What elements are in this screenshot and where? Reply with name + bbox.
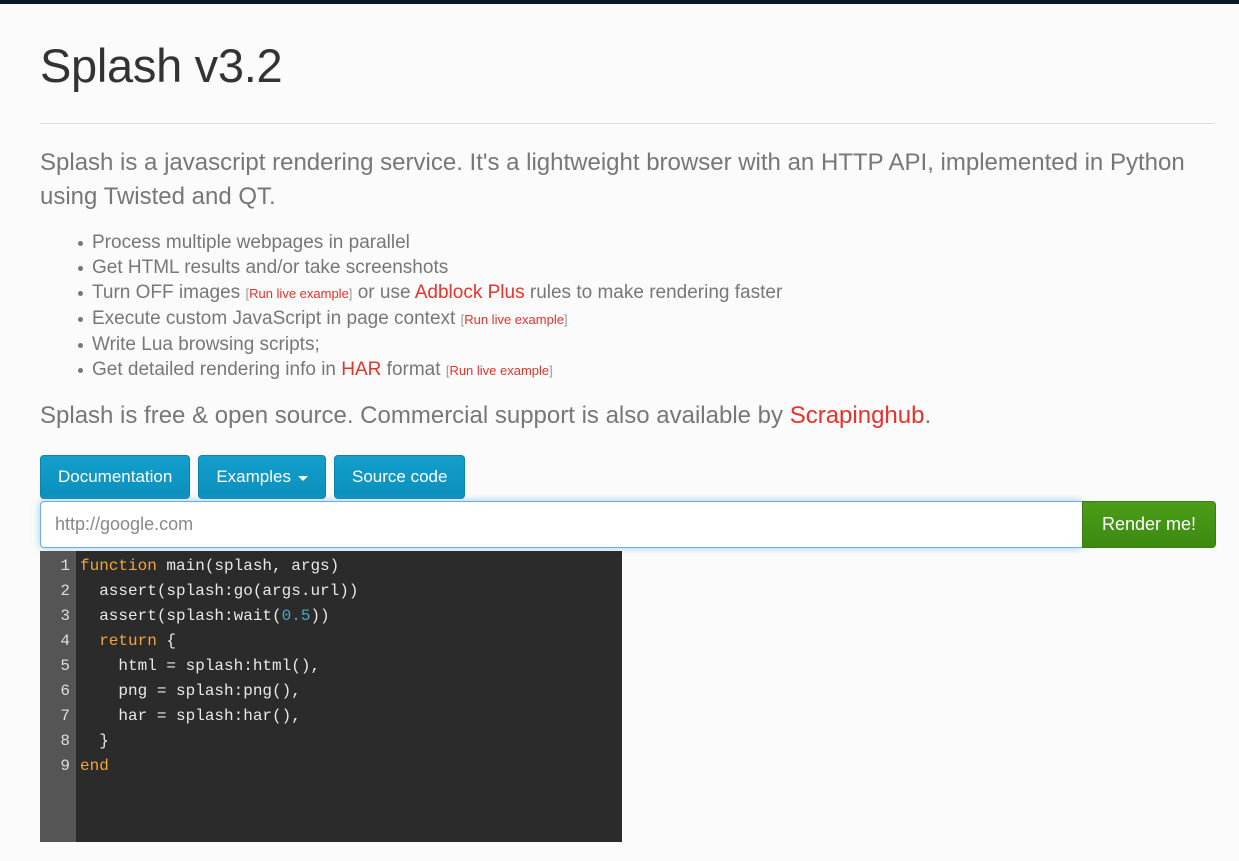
secondary-paragraph: Splash is free & open source. Commercial… <box>40 399 1215 433</box>
run-live-example-note: [Run live example] <box>245 286 352 301</box>
line-number: 7 <box>40 704 76 729</box>
feature-text-prefix: Get detailed rendering info in <box>92 359 341 380</box>
list-item: Get detailed rendering info in HAR forma… <box>78 357 1215 383</box>
run-live-example-link[interactable]: Run live example <box>249 286 349 301</box>
page-root: Splash v3.2 Splash is a javascript rende… <box>0 4 1239 861</box>
documentation-button[interactable]: Documentation <box>40 455 190 499</box>
list-item: Write Lua browsing scripts; <box>78 332 1215 357</box>
code-text: assert(splash:go(args.url)) <box>80 582 358 600</box>
url-input[interactable] <box>40 501 1082 548</box>
line-number: 8 <box>40 729 76 754</box>
feature-text-middle: format <box>381 359 445 380</box>
scrapinghub-link[interactable]: Scrapinghub <box>790 402 925 429</box>
editor-code-area[interactable]: function main(splash, args) assert(splas… <box>76 551 622 842</box>
run-live-example-link[interactable]: Run live example <box>464 312 564 327</box>
line-number: 2 <box>40 579 76 604</box>
line-number: 1 <box>40 554 76 579</box>
feature-text-suffix: rules to make rendering faster <box>525 282 783 303</box>
secondary-suffix: . <box>924 402 931 429</box>
code-keyword: end <box>80 757 109 775</box>
feature-text-prefix: Turn OFF images <box>92 282 245 303</box>
source-code-button-label: Source code <box>352 467 447 486</box>
feature-text: Process multiple webpages in parallel <box>92 232 410 253</box>
run-live-example-note: [Run live example] <box>446 363 553 378</box>
feature-text-prefix: Execute custom JavaScript in page contex… <box>92 308 461 329</box>
code-line: assert(splash:wait(0.5)) <box>80 604 622 629</box>
code-line: png = splash:png(), <box>80 679 622 704</box>
code-line: } <box>80 729 622 754</box>
code-line: har = splash:har(), <box>80 704 622 729</box>
list-item: Process multiple webpages in parallel <box>78 230 1215 255</box>
run-live-example-link[interactable]: Run live example <box>449 363 549 378</box>
code-line: assert(splash:go(args.url)) <box>80 579 622 604</box>
code-text: main(splash, args) <box>157 557 339 575</box>
feature-text: Write Lua browsing scripts; <box>92 334 320 355</box>
examples-dropdown-button[interactable]: Examples <box>198 455 326 499</box>
code-keyword: return <box>80 632 157 650</box>
har-link[interactable]: HAR <box>341 359 381 380</box>
code-line: function main(splash, args) <box>80 554 622 579</box>
examples-button-label: Examples <box>216 467 291 486</box>
code-text: png = splash:png(), <box>80 682 301 700</box>
feature-text-middle: or use <box>352 282 414 303</box>
secondary-prefix: Splash is free & open source. Commercial… <box>40 402 790 429</box>
line-number: 4 <box>40 629 76 654</box>
code-line: html = splash:html(), <box>80 654 622 679</box>
code-number: 0.5 <box>282 607 311 625</box>
chevron-down-icon <box>298 476 308 481</box>
code-text: } <box>80 732 109 750</box>
line-number: 5 <box>40 654 76 679</box>
page-title: Splash v3.2 <box>40 4 1215 92</box>
editor-line-number-gutter: 1 2 3 4 5 6 7 8 9 <box>40 551 76 842</box>
code-text-tail: )) <box>310 607 329 625</box>
source-code-button[interactable]: Source code <box>334 455 465 499</box>
feature-text: Get HTML results and/or take screenshots <box>92 257 448 278</box>
list-item: Get HTML results and/or take screenshots <box>78 255 1215 280</box>
line-number: 3 <box>40 604 76 629</box>
documentation-button-label: Documentation <box>58 467 172 486</box>
line-number: 6 <box>40 679 76 704</box>
render-me-button[interactable]: Render me! <box>1082 501 1216 548</box>
button-toolbar: Documentation Examples Source code <box>40 455 1215 499</box>
render-form: Render me! <box>40 501 1216 548</box>
run-live-example-note: [Run live example] <box>461 312 568 327</box>
render-me-button-label: Render me! <box>1102 514 1196 534</box>
adblock-plus-link[interactable]: Adblock Plus <box>415 282 525 303</box>
code-text: har = splash:har(), <box>80 707 301 725</box>
line-number: 9 <box>40 754 76 779</box>
title-divider <box>40 123 1215 124</box>
content-container: Splash v3.2 Splash is a javascript rende… <box>0 4 1239 842</box>
code-text: { <box>157 632 176 650</box>
code-keyword: function <box>80 557 157 575</box>
list-item: Execute custom JavaScript in page contex… <box>78 306 1215 332</box>
list-item: Turn OFF images [Run live example] or us… <box>78 280 1215 306</box>
feature-list: Process multiple webpages in parallel Ge… <box>40 230 1215 383</box>
lead-paragraph: Splash is a javascript rendering service… <box>40 146 1215 214</box>
code-text: assert(splash:wait( <box>80 607 282 625</box>
code-line: end <box>80 754 622 779</box>
lua-script-editor[interactable]: 1 2 3 4 5 6 7 8 9 function main(splash, … <box>40 551 622 842</box>
code-line: return { <box>80 629 622 654</box>
code-text: html = splash:html(), <box>80 657 320 675</box>
